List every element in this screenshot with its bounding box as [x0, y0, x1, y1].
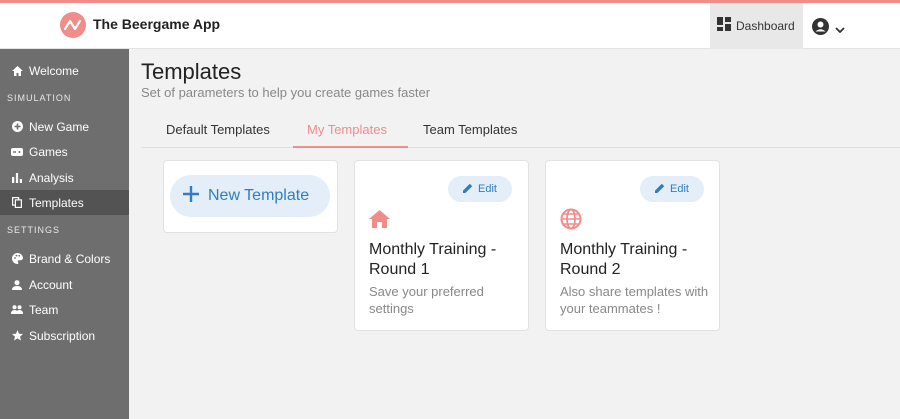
tabs-divider: [141, 147, 900, 148]
pencil-icon: [655, 180, 665, 198]
template-card-title: Monthly Training - Round 1: [369, 241, 497, 278]
plus-circle-icon: [11, 121, 23, 133]
sidebar-item-new-game[interactable]: New Game: [0, 114, 129, 139]
sidebar-item-games[interactable]: Games: [0, 139, 129, 164]
home-icon: [11, 65, 23, 77]
copy-icon: [11, 197, 23, 209]
gamepad-icon: [11, 146, 23, 158]
sidebar-item-label: Templates: [29, 195, 84, 210]
edit-button[interactable]: Edit: [448, 176, 512, 202]
dashboard-label: Dashboard: [736, 19, 795, 33]
sidebar-item-team[interactable]: Team: [0, 297, 129, 322]
sidebar-item-label: Team: [29, 302, 59, 317]
globe-icon: [560, 208, 582, 235]
top-header: The Beergame App Dashboard: [0, 0, 900, 49]
palette-icon: [11, 253, 23, 265]
sidebar-item-label: Account: [29, 277, 73, 292]
sidebar-item-subscription[interactable]: Subscription: [0, 323, 129, 348]
sidebar-item-label: Analysis: [29, 170, 74, 185]
template-card-title: Monthly Training - Round 2: [560, 241, 688, 278]
sidebar: Welcome SIMULATION New Game Games Analys…: [0, 49, 129, 419]
app-logo-icon[interactable]: [60, 12, 86, 38]
pencil-icon: [463, 180, 473, 198]
user-menu[interactable]: [812, 18, 845, 40]
new-template-label: New Template: [208, 187, 310, 204]
person-icon: [11, 279, 23, 291]
dashboard-icon: [717, 16, 731, 36]
sidebar-section-simulation: SIMULATION: [7, 93, 72, 103]
edit-button[interactable]: Edit: [640, 176, 704, 202]
template-card-description: Save your preferred settings: [369, 284, 484, 316]
sidebar-item-label: Brand & Colors: [29, 251, 111, 266]
sidebar-item-welcome[interactable]: Welcome: [0, 58, 129, 83]
plus-icon: [182, 184, 200, 208]
app-title[interactable]: The Beergame App: [93, 16, 220, 32]
sidebar-item-label: Welcome: [29, 63, 79, 78]
edit-label: Edit: [478, 183, 497, 195]
tab-team-templates[interactable]: Team Templates: [423, 122, 517, 137]
chevron-down-icon: [835, 20, 845, 38]
page-subtitle: Set of parameters to help you create gam…: [141, 85, 431, 100]
edit-label: Edit: [670, 183, 689, 195]
active-tab-indicator: [293, 146, 408, 148]
group-icon: [11, 304, 23, 316]
template-card-description: Also share templates with your teammates…: [560, 284, 709, 316]
account-circle-icon: [812, 18, 829, 40]
sidebar-item-label: Games: [29, 144, 68, 159]
star-icon: [11, 330, 23, 342]
sidebar-item-account[interactable]: Account: [0, 272, 129, 297]
dashboard-button[interactable]: Dashboard: [710, 3, 803, 49]
new-template-button[interactable]: New Template: [170, 175, 330, 217]
sidebar-item-analysis[interactable]: Analysis: [0, 165, 129, 190]
sidebar-item-label: Subscription: [29, 328, 96, 343]
sidebar-item-templates[interactable]: Templates: [0, 190, 129, 215]
tab-my-templates[interactable]: My Templates: [307, 122, 387, 137]
bar-chart-icon: [11, 172, 23, 184]
home-icon: [369, 210, 390, 233]
sidebar-section-settings: SETTINGS: [7, 225, 61, 235]
sidebar-item-label: New Game: [29, 119, 90, 134]
page-title: Templates: [141, 59, 242, 84]
tab-default-templates[interactable]: Default Templates: [166, 122, 270, 137]
sidebar-item-brand-colors[interactable]: Brand & Colors: [0, 246, 129, 271]
